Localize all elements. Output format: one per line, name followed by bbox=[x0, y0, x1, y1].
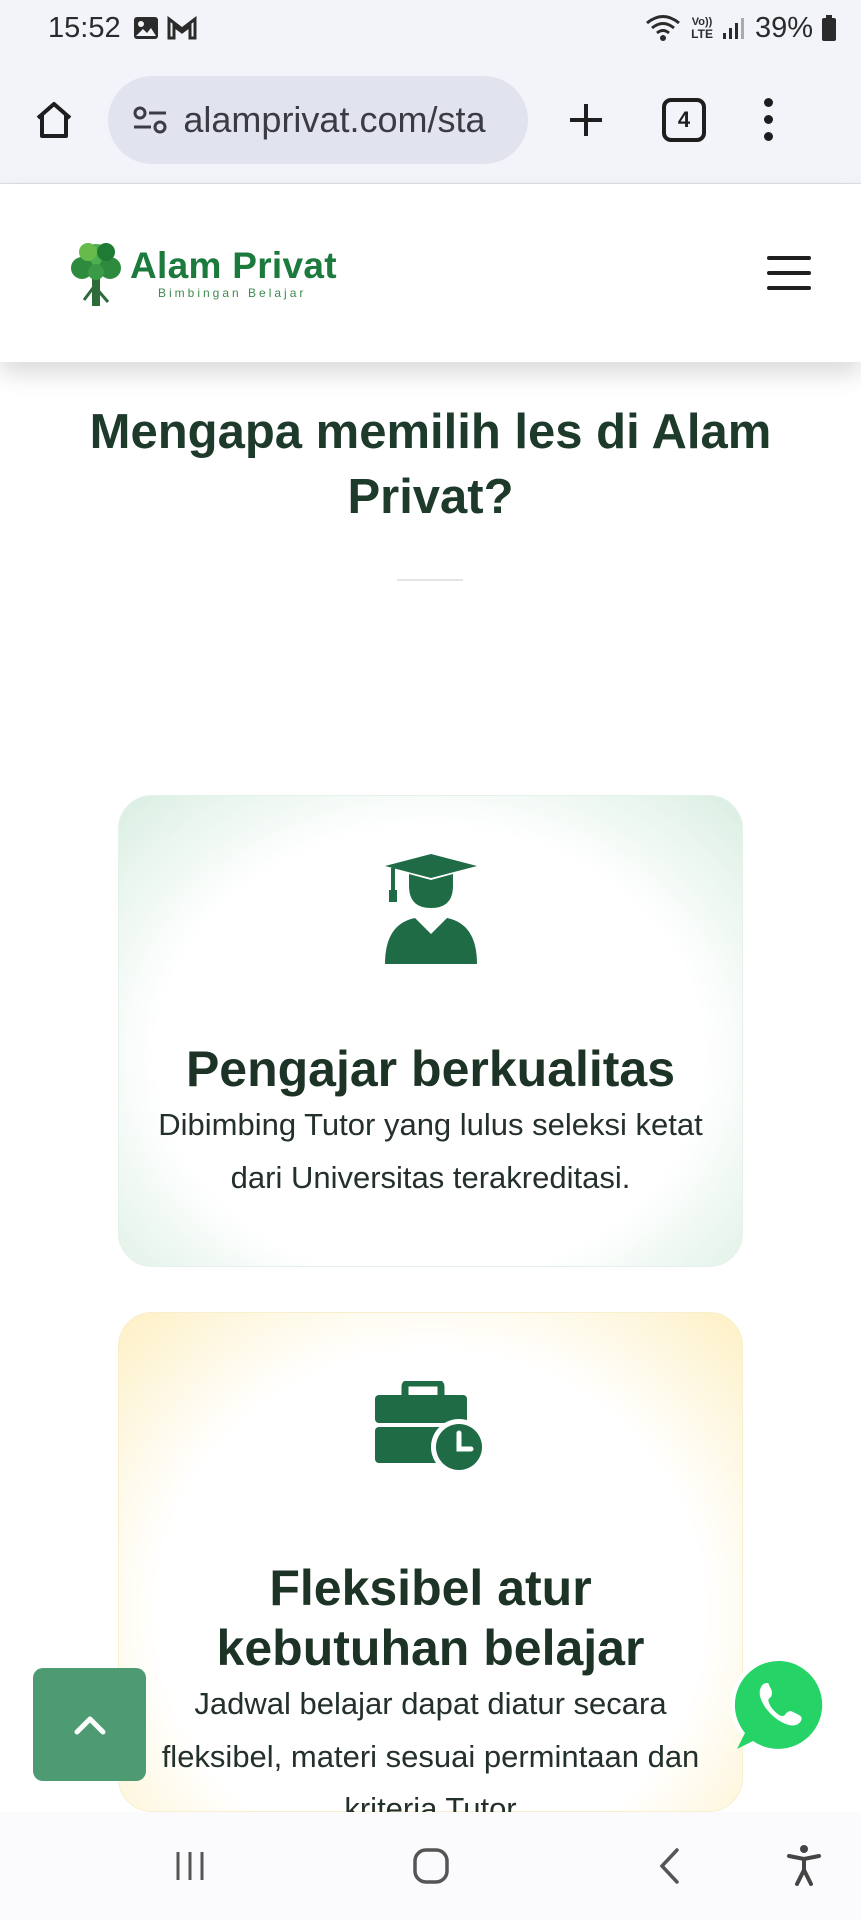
back-to-top-button[interactable] bbox=[33, 1668, 146, 1781]
system-nav-bar bbox=[0, 1812, 861, 1920]
battery-percent: 39% bbox=[754, 11, 813, 44]
back-nav-button[interactable] bbox=[654, 1846, 684, 1886]
url-text[interactable]: alamprivat.com/sta bbox=[183, 99, 528, 141]
home-circle-icon bbox=[413, 1848, 449, 1884]
accessibility-icon bbox=[787, 1845, 821, 1886]
heading-divider bbox=[397, 579, 463, 581]
status-bar: 15:52 Vo)) LTE 39% bbox=[0, 0, 861, 56]
chevron-up-icon bbox=[74, 1716, 105, 1734]
feature-card: Fleksibel atur kebutuhan belajar Jadwal … bbox=[118, 1312, 743, 1826]
card-description: Dibimbing Tutor yang lulus seleksi ketat… bbox=[158, 1107, 703, 1195]
site-header: Alam Privat Bimbingan Belajar bbox=[0, 184, 861, 362]
site-settings-icon[interactable] bbox=[130, 100, 169, 140]
whatsapp-button[interactable] bbox=[729, 1653, 833, 1757]
phone-screen: 15:52 Vo)) LTE 39% alamprivat.com/sta 4 … bbox=[0, 0, 861, 1920]
new-tab-button[interactable] bbox=[558, 92, 614, 148]
home-nav-button[interactable] bbox=[410, 1846, 452, 1886]
address-bar[interactable]: alamprivat.com/sta bbox=[108, 75, 528, 164]
battery-icon bbox=[821, 14, 837, 42]
brand-name: Alam Privat bbox=[130, 244, 337, 286]
whatsapp-icon bbox=[731, 1655, 831, 1755]
card-title: Fleksibel atur kebutuhan belajar bbox=[216, 1560, 645, 1676]
home-icon bbox=[36, 101, 72, 138]
gmail-icon bbox=[167, 16, 197, 40]
more-menu-button[interactable] bbox=[758, 92, 778, 148]
tree-logo-icon bbox=[71, 243, 121, 306]
card-title: Pengajar berkualitas bbox=[185, 1041, 676, 1097]
site-logo[interactable]: Alam Privat Bimbingan Belajar bbox=[68, 238, 337, 308]
accessibility-button[interactable] bbox=[784, 1842, 824, 1888]
back-arrow-icon bbox=[659, 1848, 679, 1884]
gallery-icon bbox=[133, 16, 159, 40]
recent-apps-button[interactable] bbox=[168, 1848, 212, 1884]
graduate-icon bbox=[384, 854, 477, 964]
recent-apps-icon bbox=[176, 1852, 204, 1880]
tab-switcher-button[interactable]: 4 bbox=[662, 97, 706, 142]
browser-toolbar: alamprivat.com/sta 4 bbox=[0, 56, 861, 184]
hamburger-menu-button[interactable] bbox=[767, 256, 811, 290]
plus-icon bbox=[570, 103, 602, 136]
wifi-icon bbox=[643, 13, 683, 43]
brand-tagline: Bimbingan Belajar bbox=[158, 285, 307, 300]
home-button[interactable] bbox=[26, 92, 82, 148]
tab-count: 4 bbox=[677, 106, 691, 132]
status-time: 15:52 bbox=[48, 11, 121, 44]
briefcase-clock-icon bbox=[374, 1379, 487, 1475]
feature-card: Pengajar berkualitas Dibimbing Tutor yan… bbox=[118, 795, 743, 1267]
volte-icon: Vo)) LTE bbox=[691, 15, 713, 41]
signal-icon bbox=[721, 15, 747, 41]
section-heading: Mengapa memilih les di Alam Privat? bbox=[89, 405, 772, 524]
